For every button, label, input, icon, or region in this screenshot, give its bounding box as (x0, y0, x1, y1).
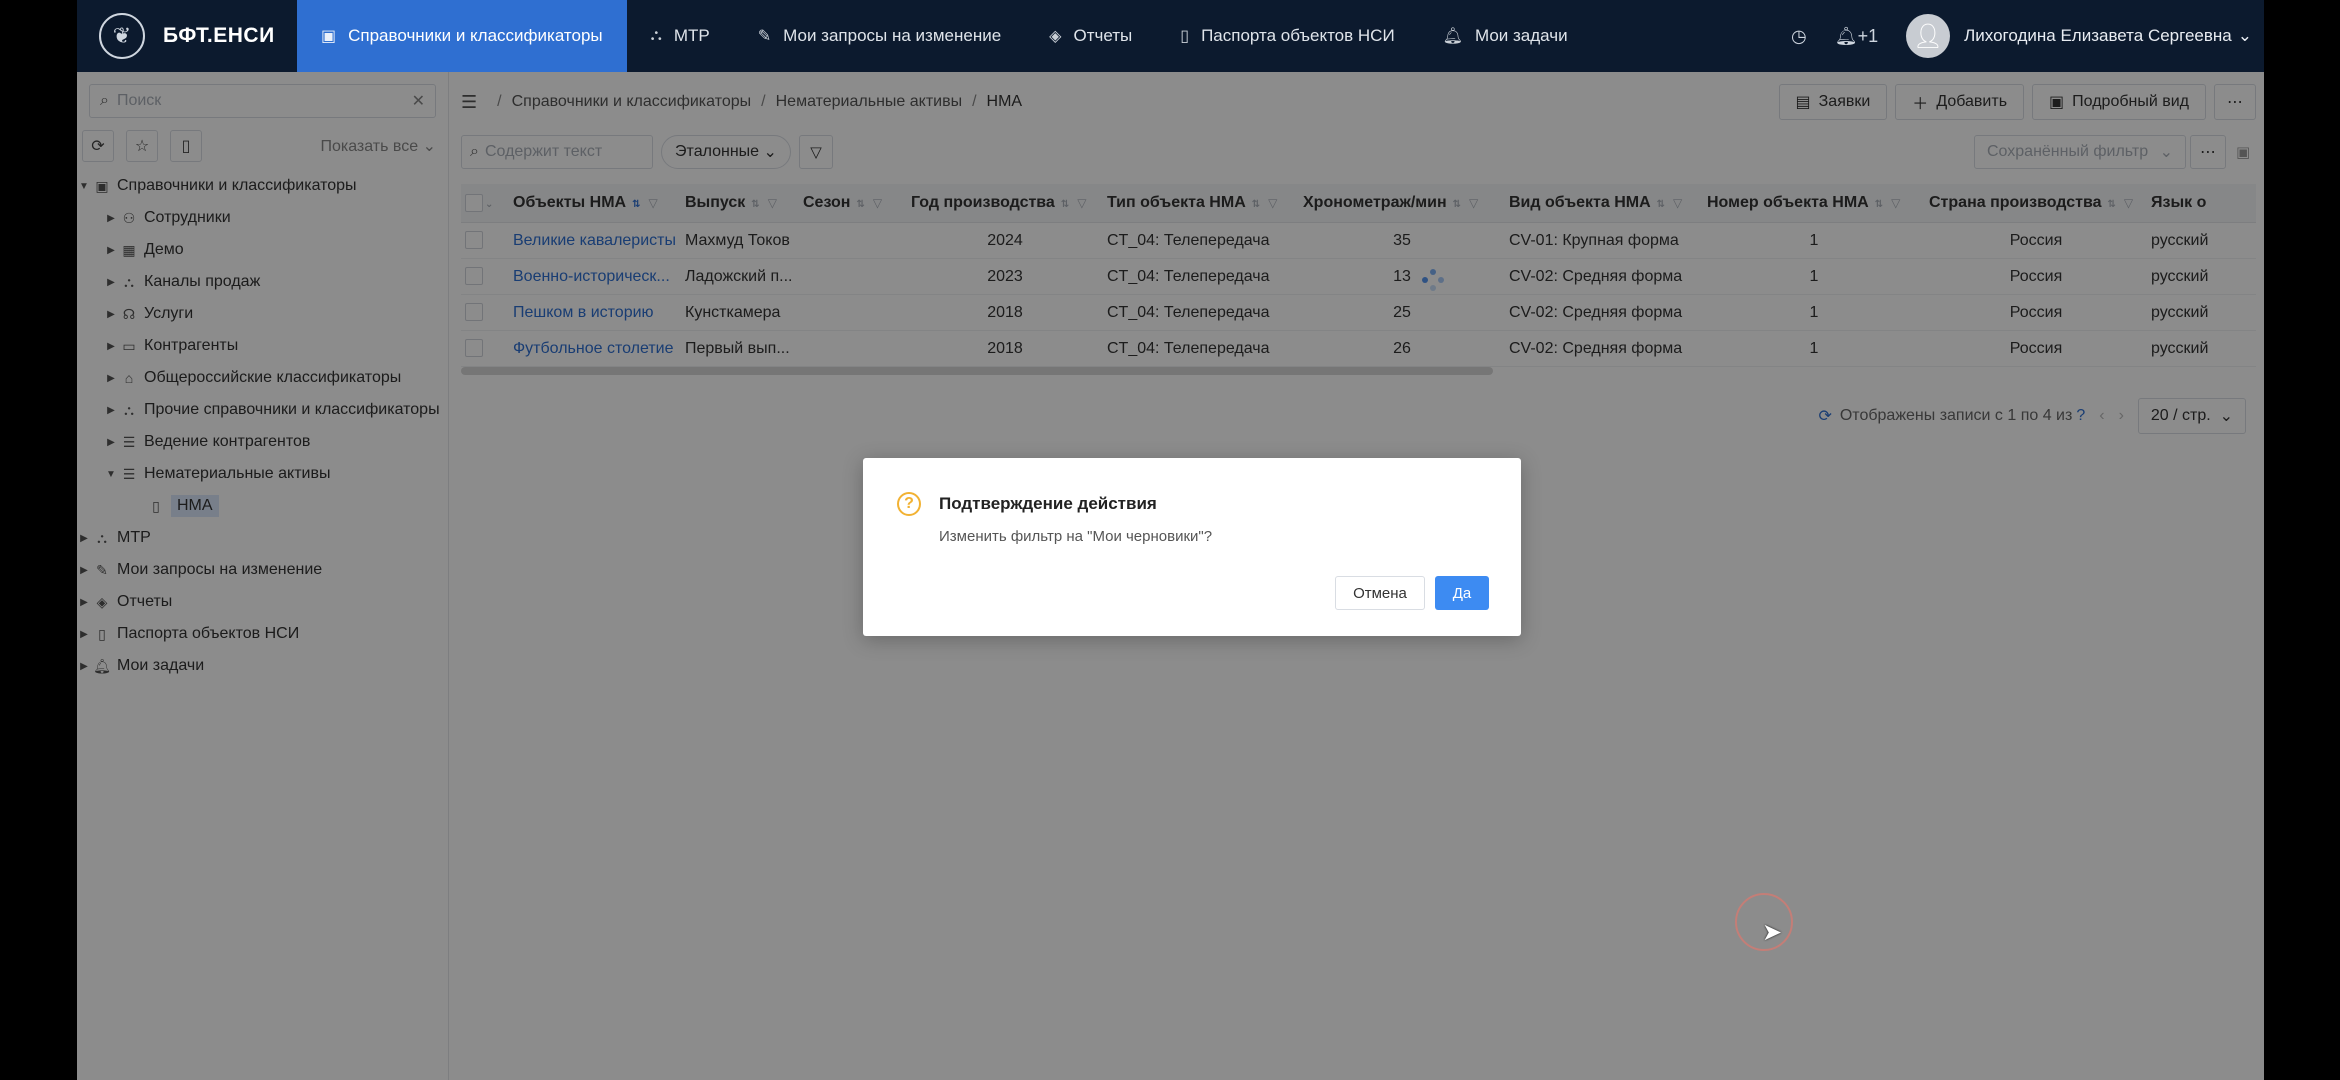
dialog-title: Подтверждение действия (939, 494, 1157, 513)
avatar[interactable]: 👤︎ (1906, 14, 1951, 58)
chevron-down-icon[interactable]: ⌄ (2238, 26, 2252, 46)
cube-icon: ◈ (1049, 28, 1062, 45)
bell-icon: 🔔︎ (1834, 25, 1858, 46)
top-right-area: ◷ 🔔︎+1 👤︎ Лихогодина Елизавета Сергеевна… (1791, 0, 2264, 72)
nav-item[interactable]: ⛬ МТР (627, 0, 734, 72)
logo-text: БФТ.ЕНСИ (163, 24, 275, 47)
hierarchy-icon: ⛬ (650, 27, 662, 44)
edit-doc-icon: ✎ (757, 28, 772, 45)
notifications-count: +1 (1857, 25, 1879, 46)
top-bar: ❦ БФТ.ЕНСИ ▣ Справочники и классификаторы… (77, 0, 2264, 72)
question-icon: ? (897, 492, 921, 516)
confirm-dialog: ? Подтверждение действия Изменить фильтр… (863, 458, 1521, 636)
document-icon: ▯ (1180, 28, 1190, 45)
app-window: ❦ БФТ.ЕНСИ ▣ Справочники и классификаторы… (77, 0, 2264, 1080)
notifications-button[interactable]: 🔔︎+1 (1835, 26, 1878, 47)
nav-item[interactable]: ◈ Отчеты (1025, 0, 1156, 72)
nav-item-label: Мои задачи (1474, 26, 1568, 45)
nav-item[interactable]: ✎ Мои запросы на изменение (734, 0, 1025, 72)
tree-logo-icon: ❦ (99, 13, 145, 59)
mouse-cursor-icon: ➤ (1762, 919, 1783, 946)
nav-item-label: Справочники и классификаторы (348, 26, 603, 45)
logo[interactable]: ❦ БФТ.ЕНСИ (77, 0, 297, 72)
bell-icon: 🔔︎ (1442, 28, 1463, 45)
top-nav: ▣ Справочники и классификаторы ⛬ МТР ✎ Мои за… (297, 0, 1592, 72)
cancel-button[interactable]: Отмена (1335, 576, 1425, 610)
nav-item-label: Паспорта объектов НСИ (1201, 26, 1395, 45)
nav-item-label: МТР (673, 26, 710, 45)
dialog-text: Изменить фильтр на "Мои черновики"? (939, 528, 1213, 545)
nav-item-label: Мои запросы на изменение (783, 26, 1002, 45)
history-icon[interactable]: ◷ (1791, 26, 1807, 47)
nav-item[interactable]: ▣ Справочники и классификаторы (297, 0, 627, 72)
username[interactable]: Лихогодина Елизавета Сергеевна (1964, 26, 2232, 46)
nav-item[interactable]: ▯ Паспорта объектов НСИ (1156, 0, 1418, 72)
confirm-button[interactable]: Да (1435, 576, 1489, 610)
nav-item-label: Отчеты (1073, 26, 1133, 45)
nav-item[interactable]: 🔔︎ Мои задачи (1419, 0, 1592, 72)
book-icon: ▣ (321, 28, 337, 45)
